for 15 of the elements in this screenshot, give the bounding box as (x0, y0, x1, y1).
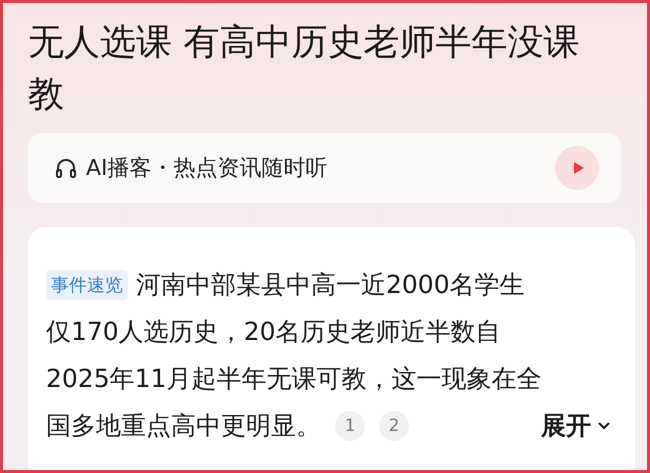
headphones-icon (54, 156, 78, 180)
headline: 无人选课 有高中历史老师半年没课教 (28, 21, 580, 117)
citation-badge[interactable]: 1 (335, 410, 365, 440)
play-icon (572, 161, 584, 175)
summary-text-line: 2025年11月起半年无课可教，这一现象在全 (46, 363, 542, 395)
play-button[interactable] (555, 146, 599, 190)
chevron-down-icon (597, 420, 611, 430)
podcast-label: AI播客・热点资讯随时听 (86, 155, 329, 183)
podcast-bar[interactable]: AI播客・热点资讯随时听 (28, 133, 621, 203)
summary-text-line: 国多地重点高中更明显。 (46, 410, 321, 442)
summary-text-line: 河南中部某县中高一近2000名学生 (136, 269, 525, 301)
citation-badge[interactable]: 2 (379, 410, 409, 440)
tag-label: 事件速览 (46, 270, 128, 300)
summary-text-line: 仅170人选历史，20名历史老师近半数自 (46, 316, 501, 348)
expand-button[interactable]: 展开 (541, 409, 611, 442)
